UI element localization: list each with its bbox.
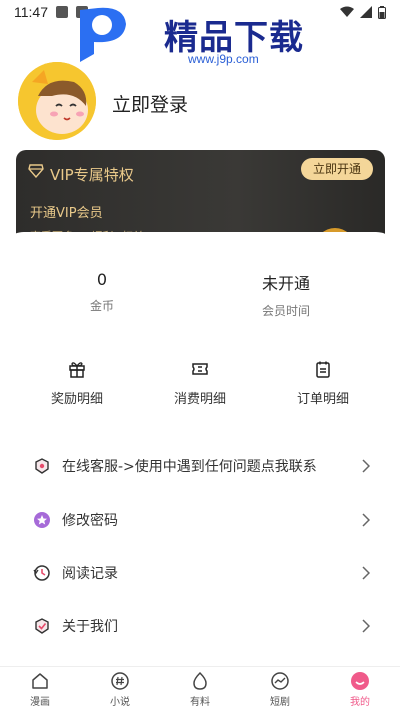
menu-label: 关于我们 bbox=[62, 619, 118, 635]
vip-subtitle: 开通VIP会员 bbox=[30, 206, 103, 221]
password-icon bbox=[32, 510, 52, 530]
egg-icon bbox=[193, 671, 207, 690]
signal-icon bbox=[360, 6, 372, 18]
diamond-icon bbox=[28, 164, 44, 178]
watermark: 精品下载 www.j9p.com bbox=[68, 2, 338, 72]
watermark-url: www.j9p.com bbox=[188, 52, 259, 66]
shortcut-rewards[interactable]: 奖励明细 bbox=[22, 360, 132, 407]
vip-activate-button[interactable]: 立即开通 bbox=[300, 158, 373, 180]
nav-label: 漫画 bbox=[30, 697, 50, 708]
stat-label: 金币 bbox=[89, 299, 114, 313]
shortcut-label: 消费明细 bbox=[173, 392, 226, 407]
wifi-icon bbox=[340, 6, 354, 17]
shortcut-orders[interactable]: 订单明细 bbox=[268, 360, 378, 407]
shortcut-spending[interactable]: 消费明细 bbox=[145, 360, 255, 407]
hash-icon bbox=[111, 672, 129, 690]
menu-item-customer-service[interactable]: 在线客服->使用中遇到任何问题点我联系 bbox=[0, 441, 400, 491]
nav-label: 我的 bbox=[350, 697, 370, 708]
status-time: 11:47 bbox=[14, 4, 48, 20]
avatar[interactable] bbox=[18, 62, 96, 140]
menu-label: 阅读记录 bbox=[62, 566, 118, 582]
stat-membership[interactable]: 未开通 会员时间 bbox=[206, 270, 366, 319]
nav-label: 小说 bbox=[110, 697, 130, 708]
menu-item-about-us[interactable]: 关于我们 bbox=[0, 601, 400, 651]
shortcut-label: 奖励明细 bbox=[50, 392, 103, 407]
bottom-nav: 漫画 小说 有料 短剧 我的 bbox=[0, 666, 400, 712]
menu-label: 修改密码 bbox=[62, 513, 118, 529]
nav-tab-feed[interactable]: 有料 bbox=[160, 667, 240, 712]
chevron-right-icon bbox=[362, 513, 370, 527]
stat-value: 0 bbox=[96, 270, 108, 289]
service-icon bbox=[32, 456, 52, 476]
stat-value: 未开通 bbox=[261, 274, 310, 293]
stat-coins[interactable]: 0 金币 bbox=[22, 270, 182, 314]
about-icon bbox=[32, 616, 52, 636]
nav-label: 短剧 bbox=[270, 697, 290, 708]
nav-tab-mine[interactable]: 我的 bbox=[320, 667, 400, 712]
nav-tab-comics[interactable]: 漫画 bbox=[0, 667, 80, 712]
vip-title: VIP专属特权 bbox=[50, 166, 134, 184]
nav-tab-short-drama[interactable]: 短剧 bbox=[240, 667, 320, 712]
history-icon bbox=[32, 563, 52, 583]
shortcut-label: 订单明细 bbox=[296, 392, 349, 407]
avatar-illustration bbox=[18, 62, 96, 140]
chevron-right-icon bbox=[362, 566, 370, 580]
stat-label: 会员时间 bbox=[261, 304, 310, 318]
watermark-logo-icon bbox=[80, 7, 126, 62]
smile-icon bbox=[351, 672, 369, 690]
chevron-right-icon bbox=[362, 459, 370, 473]
ticket-icon bbox=[192, 363, 208, 375]
notification-icon bbox=[56, 6, 68, 18]
chevron-right-icon bbox=[362, 619, 370, 633]
battery-icon bbox=[378, 5, 386, 19]
clipboard-icon bbox=[316, 361, 330, 378]
menu-item-change-password[interactable]: 修改密码 bbox=[0, 495, 400, 545]
chart-icon bbox=[271, 672, 289, 690]
nav-tab-novels[interactable]: 小说 bbox=[80, 667, 160, 712]
home-icon bbox=[32, 673, 48, 689]
menu-item-reading-history[interactable]: 阅读记录 bbox=[0, 548, 400, 598]
content-sheet: 0 金币 未开通 会员时间 奖励明细 消费明细 订单明细 在线客服->使用中遇到… bbox=[0, 232, 400, 712]
gift-icon bbox=[69, 362, 85, 378]
menu-label: 在线客服->使用中遇到任何问题点我联系 bbox=[62, 459, 317, 475]
nav-label: 有料 bbox=[190, 697, 210, 708]
login-link[interactable]: 立即登录 bbox=[112, 90, 188, 117]
